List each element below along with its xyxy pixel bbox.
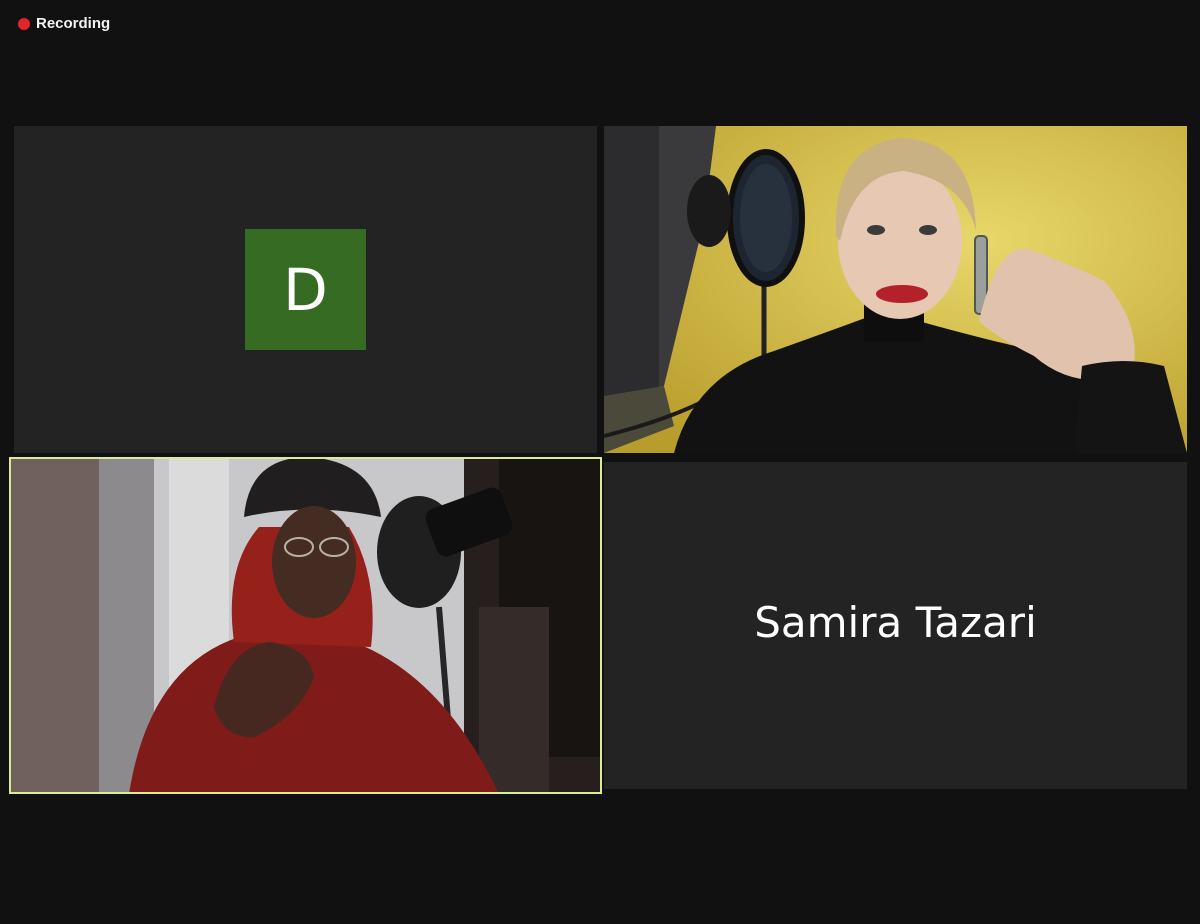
- participant-avatar: D: [245, 229, 366, 350]
- participant-tile-d[interactable]: D: [14, 126, 597, 453]
- participant-tile-video-man[interactable]: [9, 457, 602, 794]
- participant-tile-samira-tazari[interactable]: Samira Tazari: [604, 462, 1187, 789]
- woman-video-feed: [604, 126, 1187, 453]
- man-video-feed: [9, 457, 602, 794]
- participant-name: Samira Tazari: [754, 598, 1037, 647]
- avatar-initial: D: [283, 255, 328, 324]
- meeting-gallery-view: Recording D Samira Tazari: [0, 0, 1200, 924]
- recording-indicator[interactable]: Recording: [18, 15, 110, 32]
- participant-tile-video-woman[interactable]: [604, 126, 1187, 453]
- recording-label: Recording: [36, 15, 111, 32]
- recording-dot-icon: [18, 17, 30, 30]
